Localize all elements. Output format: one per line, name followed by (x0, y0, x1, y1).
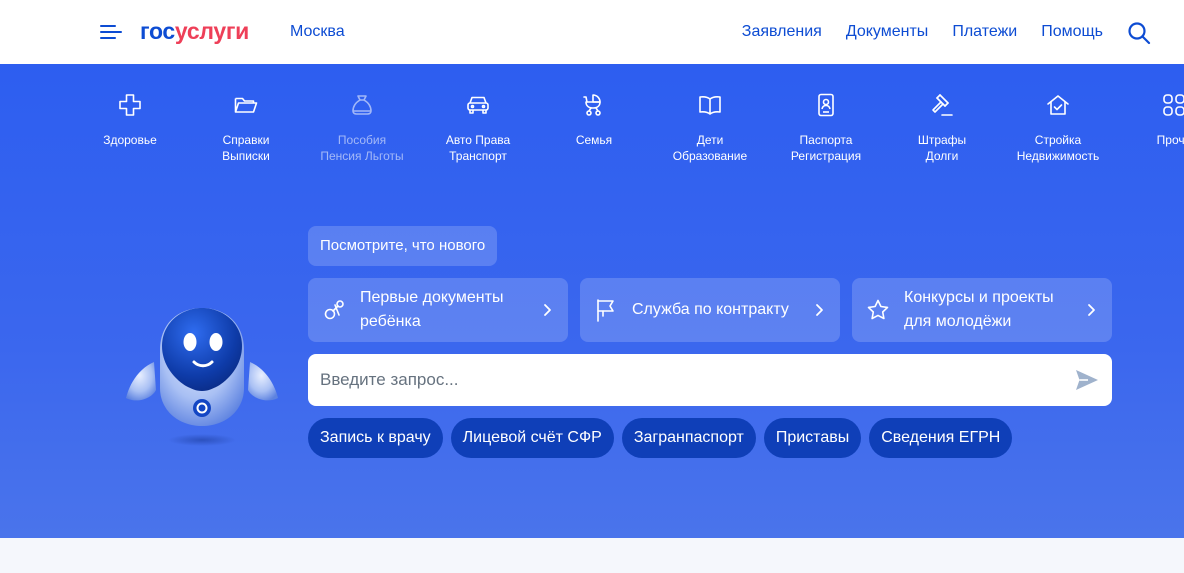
category-label-2: Транспорт (449, 149, 507, 163)
category-certificates[interactable]: Справки Выписки (188, 88, 304, 164)
nav-help[interactable]: Помощь (1041, 22, 1103, 42)
main-search (308, 354, 1112, 406)
category-benefits[interactable]: Пособия Пенсия Льготы (304, 88, 420, 164)
star-icon (867, 299, 889, 320)
logo-part-gos: гос (140, 18, 175, 44)
category-label-1: Стройка (1034, 133, 1082, 147)
quick-chip-doctor[interactable]: Запись к врачу (308, 418, 443, 458)
category-label-1: Штрафы (917, 133, 967, 147)
category-label-1: Пособия (337, 133, 387, 147)
category-health[interactable]: Здоровье (72, 88, 188, 148)
category-label-1: Здоровье (103, 133, 157, 147)
quick-chip-egrn[interactable]: Сведения ЕГРН (869, 418, 1013, 458)
nav-payments[interactable]: Платежи (952, 22, 1017, 42)
promo-first-documents[interactable]: Первые документы ребёнка (308, 278, 568, 342)
folder-icon (234, 97, 258, 113)
car-icon (467, 96, 489, 114)
category-auto[interactable]: Авто Права Транспорт (420, 88, 536, 164)
send-arrow-icon[interactable] (1074, 367, 1100, 393)
category-children[interactable]: Дети Образование (652, 88, 768, 164)
quick-chip-passport[interactable]: Загранпаспорт (621, 418, 756, 458)
category-fines[interactable]: Штрафы Долги (884, 88, 1000, 164)
promo-label: Конкурсы и проекты для молодёжи (904, 289, 1054, 330)
top-nav: Заявления Документы Платежи Помощь (742, 22, 1103, 42)
category-passports[interactable]: Паспорта Регистрация (768, 88, 884, 164)
page-bottom-area (0, 538, 1184, 573)
category-label-2: Регистрация (790, 149, 862, 163)
category-label-1: Справки (222, 133, 270, 147)
promo-label: Служба по контракту (632, 301, 789, 318)
category-other[interactable]: Проче (1116, 88, 1184, 148)
search-icon[interactable] (1127, 21, 1151, 45)
quick-chip-bailiffs[interactable]: Приставы (763, 418, 862, 458)
category-label-1: Паспорта (799, 133, 853, 147)
pacifier-icon (324, 300, 344, 320)
stroller-icon (583, 94, 601, 116)
book-icon (699, 96, 721, 115)
coin-bag-icon (352, 95, 372, 115)
category-label-2: Долги (925, 149, 959, 163)
grid-icon (1163, 94, 1184, 116)
category-bar: Здоровье Справки Выписки Пособия Пенсия Ль… (72, 88, 1184, 168)
category-label-2: Образование (672, 149, 748, 163)
category-label-2: Недвижимость (1016, 149, 1100, 163)
chevron-right-icon (544, 304, 551, 316)
hero-section: Здоровье Справки Выписки Пособия Пенсия Ль… (0, 64, 1184, 538)
gavel-icon (932, 94, 953, 116)
chevron-right-icon (1088, 304, 1095, 316)
category-label-2: Выписки (222, 149, 270, 163)
house-icon (1047, 95, 1069, 115)
category-realty[interactable]: Стройка Недвижимость (1000, 88, 1116, 164)
search-input[interactable] (308, 354, 1068, 406)
city-selector[interactable]: Москва (290, 22, 345, 42)
promo-youth-contests[interactable]: Конкурсы и проекты для молодёжи (852, 278, 1112, 342)
nav-documents[interactable]: Документы (846, 22, 928, 42)
category-label-1: Проче (1156, 133, 1184, 147)
promo-label: Первые документы ребёнка (360, 289, 504, 330)
site-header: госуслуги Москва Заявления Документы Пла… (0, 0, 1184, 64)
passport-icon (818, 93, 834, 117)
category-label-1: Дети (696, 133, 724, 147)
chevron-right-icon (816, 304, 823, 316)
flag-icon (597, 299, 614, 322)
burger-menu-icon[interactable] (100, 23, 122, 41)
category-label-1: Семья (575, 133, 613, 147)
logo-part-uslugi: услуги (174, 18, 249, 44)
category-label-1: Авто Права (445, 133, 511, 147)
quick-services: Запись к врачу Лицевой счёт СФР Загранпа… (308, 418, 1013, 458)
gosuslugi-logo[interactable]: госуслуги (140, 17, 249, 45)
promo-contract-service[interactable]: Служба по контракту (580, 278, 840, 342)
robot-mascot-icon (126, 308, 278, 446)
category-family[interactable]: Семья (536, 88, 652, 148)
whats-new-chip[interactable]: Посмотрите, что нового (308, 226, 498, 266)
health-cross-icon (119, 94, 141, 116)
nav-applications[interactable]: Заявления (742, 22, 822, 42)
category-label-2: Пенсия Льготы (320, 149, 404, 163)
quick-chip-sfr[interactable]: Лицевой счёт СФР (450, 418, 614, 458)
